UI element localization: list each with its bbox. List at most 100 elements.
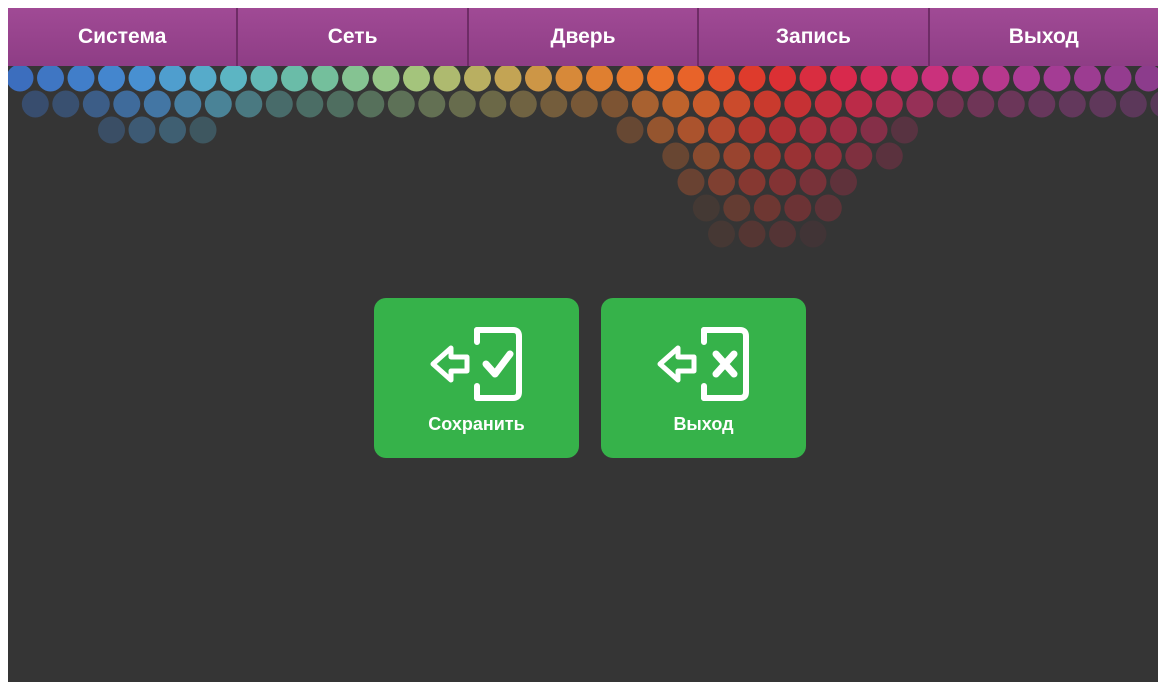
- decorative-dot: [433, 66, 461, 92]
- decorative-dot: [799, 116, 827, 144]
- decorative-dot: [174, 90, 202, 118]
- decorative-dot: [769, 220, 796, 248]
- decorative-dot: [387, 90, 415, 118]
- decorative-dot: [220, 66, 247, 92]
- tab-record[interactable]: Запись: [699, 8, 930, 66]
- tab-exit[interactable]: Выход: [930, 8, 1158, 66]
- decorative-dot: [708, 220, 735, 248]
- decorative-dot: [8, 66, 34, 92]
- decorative-dot: [738, 220, 766, 248]
- decorative-dot: [799, 66, 827, 92]
- exit-button[interactable]: Выход: [601, 298, 806, 458]
- decorative-dot: [1135, 66, 1158, 92]
- decorative-dot: [128, 66, 156, 92]
- decorative-dot: [21, 90, 49, 118]
- tab-door[interactable]: Дверь: [469, 8, 700, 66]
- decorative-dot: [250, 66, 278, 92]
- decorative-dot: [708, 168, 735, 196]
- decorative-dot: [342, 66, 369, 92]
- decorative-dot: [281, 66, 308, 92]
- decorative-dot: [235, 90, 263, 118]
- decorative-dot: [647, 66, 674, 92]
- decorative-dot: [1058, 90, 1086, 118]
- decorative-dot: [311, 66, 339, 92]
- decorative-dot: [570, 90, 598, 118]
- decorative-dot: [403, 66, 430, 92]
- tab-system[interactable]: Система: [8, 8, 239, 66]
- decorative-dot: [814, 194, 842, 222]
- decorative-dot: [891, 66, 918, 92]
- save-button-label: Сохранить: [428, 414, 525, 434]
- decorative-dot: [738, 66, 766, 92]
- decorative-dot: [784, 194, 812, 222]
- decorative-dot: [448, 90, 476, 118]
- decorative-dot: [906, 90, 934, 118]
- decorative-dot: [67, 66, 95, 92]
- exit-button-label: Выход: [673, 414, 734, 434]
- decorative-dot: [830, 66, 857, 92]
- decorative-dot: [677, 66, 705, 92]
- top-tab-bar: Система Сеть Дверь Запись Выход: [8, 8, 1158, 66]
- decorative-dot: [98, 66, 125, 92]
- decorative-dot: [784, 90, 812, 118]
- decorative-dot: [479, 90, 507, 118]
- decorative-dot: [464, 66, 491, 92]
- decorative-dot: [982, 66, 1010, 92]
- tab-network[interactable]: Сеть: [238, 8, 469, 66]
- decorative-dot: [723, 90, 751, 118]
- decorative-dot: [418, 90, 446, 118]
- decorative-dot: [296, 90, 324, 118]
- decorative-dot: [662, 90, 690, 118]
- exit-with-cross-icon: [656, 324, 752, 404]
- decorative-dot: [723, 194, 751, 222]
- decorative-dot: [753, 142, 781, 170]
- decorative-dot: [860, 66, 888, 92]
- decorative-dot: [159, 66, 186, 92]
- decorative-dot: [326, 90, 354, 118]
- decorative-dot: [692, 142, 720, 170]
- decorative-dot: [82, 90, 110, 118]
- decorative-dot: [967, 90, 995, 118]
- decorative-dot: [525, 66, 552, 92]
- decorative-dot: [1013, 66, 1040, 92]
- decorative-dot: [738, 168, 766, 196]
- decorative-dot: [616, 116, 644, 144]
- decorative-dot: [845, 90, 873, 118]
- decorative-dot: [555, 66, 583, 92]
- decorative-dot: [830, 116, 857, 144]
- decorative-dot: [616, 66, 644, 92]
- save-button[interactable]: Сохранить: [374, 298, 579, 458]
- decorative-dot: [952, 66, 979, 92]
- decorative-dot: [753, 194, 781, 222]
- decorative-dot: [357, 90, 385, 118]
- decorative-dot: [647, 116, 674, 144]
- decorative-dot: [37, 66, 64, 92]
- decorative-dot: [677, 168, 705, 196]
- decorative-dot: [601, 90, 629, 118]
- decorative-dot: [662, 142, 690, 170]
- decorative-dot: [677, 116, 705, 144]
- decorative-dot: [540, 90, 568, 118]
- decorative-dot: [799, 168, 827, 196]
- decorative-dot: [128, 116, 156, 144]
- decorative-dot: [189, 66, 217, 92]
- decorative-dot: [189, 116, 217, 144]
- decorative-dot: [769, 168, 796, 196]
- decorative-dot: [845, 142, 873, 170]
- action-buttons: Сохранить Выход: [374, 298, 806, 458]
- decorative-dot: [631, 90, 659, 118]
- decorative-dot: [204, 90, 232, 118]
- decorative-dot: [784, 142, 812, 170]
- decorative-dot: [143, 90, 171, 118]
- decorative-dot: [265, 90, 293, 118]
- decorative-dot: [738, 116, 766, 144]
- decorative-dot: [753, 90, 781, 118]
- decorative-dot: [1104, 66, 1132, 92]
- decorative-dot: [799, 220, 827, 248]
- decorative-dot: [692, 90, 720, 118]
- decorative-dot: [891, 116, 918, 144]
- decorative-dot: [1089, 90, 1117, 118]
- decorative-dot: [1043, 66, 1071, 92]
- decorative-dot: [509, 90, 537, 118]
- decorative-dot: [494, 66, 522, 92]
